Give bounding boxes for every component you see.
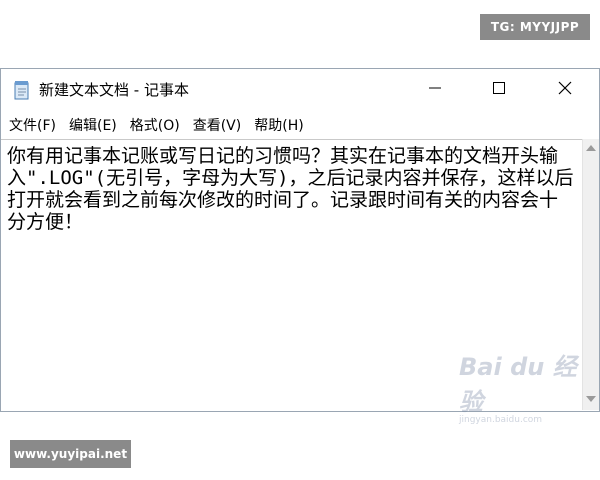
top-corner-tag: TG: MYYJJPP [480,14,590,40]
minimize-button[interactable] [403,69,467,109]
menu-view[interactable]: 查看(V) [185,115,247,135]
menu-help[interactable]: 帮助(H) [246,115,308,135]
menu-file[interactable]: 文件(F) [1,115,61,135]
watermark-sub-text: jingyan.baidu.com [459,415,543,425]
close-icon [558,80,572,99]
minimize-icon [428,80,442,99]
scroll-up-icon[interactable] [586,145,596,151]
scroll-down-icon[interactable] [586,396,596,402]
menu-format[interactable]: 格式(O) [122,115,185,135]
maximize-icon [492,80,506,99]
close-button[interactable] [533,69,597,109]
notepad-window: 新建文本文档 - 记事本 文件(F) 编辑(E) 格式(O) 查看(V) 帮助(… [0,68,600,425]
baidu-watermark: Bai du 经验 jingyan.baidu.com [459,347,583,425]
bottom-corner-tag: www.yuyipai.net [10,440,131,468]
menu-edit[interactable]: 编辑(E) [61,115,122,135]
notepad-icon [13,80,31,100]
window-title: 新建文本文档 - 记事本 [39,81,189,99]
title-bar[interactable]: 新建文本文档 - 记事本 [1,69,599,109]
watermark-main-text: Bai du 经验 [459,353,577,416]
vertical-scrollbar[interactable] [582,139,599,410]
menu-bar: 文件(F) 编辑(E) 格式(O) 查看(V) 帮助(H) [1,113,599,137]
maximize-button[interactable] [467,69,531,109]
